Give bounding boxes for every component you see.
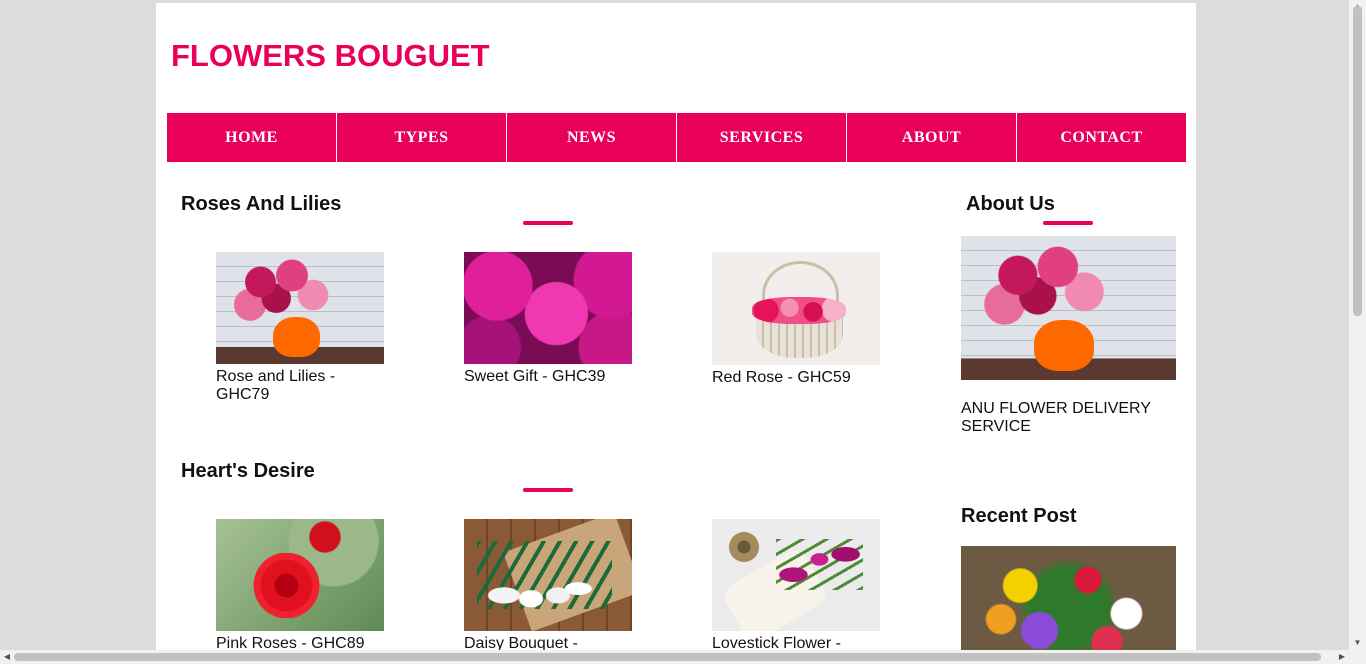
- site-title[interactable]: FLOWERS BOUGUET: [171, 38, 490, 74]
- scroll-down-icon[interactable]: ▼: [1349, 636, 1366, 650]
- horizontal-scrollbar[interactable]: ◀ ▶: [0, 650, 1349, 664]
- horizontal-scroll-thumb[interactable]: [14, 653, 1321, 661]
- nav-services[interactable]: SERVICES: [677, 113, 847, 162]
- recent-post-image[interactable]: [961, 546, 1176, 664]
- product-image[interactable]: [216, 252, 384, 364]
- product-image[interactable]: [712, 252, 880, 365]
- product-card[interactable]: Lovestick Flower -: [712, 519, 880, 653]
- product-card[interactable]: Sweet Gift - GHC39: [464, 252, 632, 386]
- section-underline: [523, 221, 573, 225]
- main-nav: HOME TYPES NEWS SERVICES ABOUT CONTACT: [167, 113, 1186, 162]
- product-image[interactable]: [464, 519, 632, 631]
- product-caption[interactable]: Sweet Gift - GHC39: [464, 368, 632, 386]
- product-card[interactable]: Pink Roses - GHC89: [216, 519, 384, 653]
- product-image[interactable]: [712, 519, 880, 631]
- nav-types[interactable]: TYPES: [337, 113, 507, 162]
- about-us-title: About Us: [966, 193, 1055, 215]
- nav-home[interactable]: HOME: [167, 113, 337, 162]
- product-caption[interactable]: Rose and Lilies - GHC79: [216, 368, 384, 404]
- product-card[interactable]: Rose and Lilies - GHC79: [216, 252, 384, 404]
- product-card[interactable]: Red Rose - GHC59: [712, 252, 880, 387]
- vertical-scrollbar[interactable]: ▲ ▼: [1349, 0, 1366, 664]
- page-container: FLOWERS BOUGUET HOME TYPES NEWS SERVICES…: [156, 3, 1196, 664]
- scroll-right-icon[interactable]: ▶: [1335, 650, 1349, 664]
- product-image[interactable]: [464, 252, 632, 364]
- product-image[interactable]: [216, 519, 384, 631]
- nav-contact[interactable]: CONTACT: [1017, 113, 1186, 162]
- about-text: ANU FLOWER DELIVERY SERVICE: [961, 400, 1151, 435]
- about-image: [961, 236, 1176, 380]
- section-underline: [523, 488, 573, 492]
- product-card[interactable]: Daisy Bouquet -: [464, 519, 632, 653]
- about-underline: [1043, 221, 1093, 225]
- nav-about[interactable]: ABOUT: [847, 113, 1017, 162]
- vertical-scroll-thumb[interactable]: [1353, 6, 1362, 316]
- section-title-hearts-desire: Heart's Desire: [181, 460, 315, 482]
- nav-news[interactable]: NEWS: [507, 113, 677, 162]
- recent-post-title: Recent Post: [961, 505, 1077, 527]
- product-caption[interactable]: Red Rose - GHC59: [712, 369, 880, 387]
- scroll-left-icon[interactable]: ◀: [0, 650, 14, 664]
- section-title-roses-lilies: Roses And Lilies: [181, 193, 342, 215]
